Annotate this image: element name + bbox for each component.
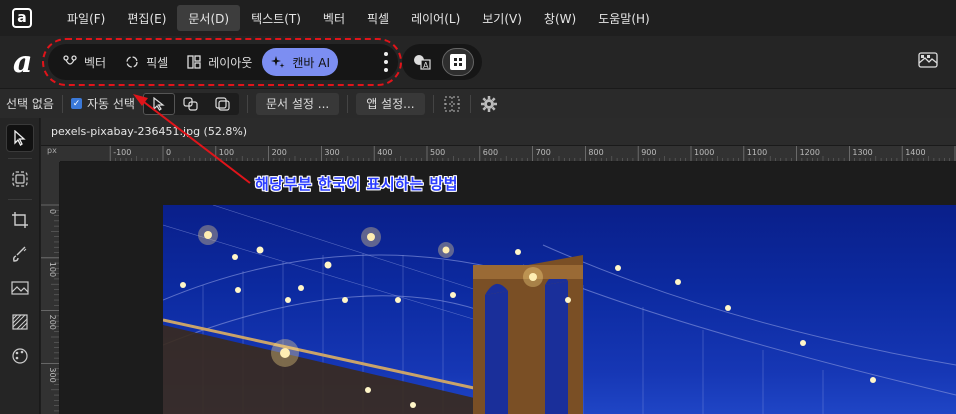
- vertical-ruler[interactable]: 0 100 200 300: [41, 162, 60, 414]
- selection-mode-group: [142, 92, 239, 115]
- ruler-label: 500: [430, 148, 445, 157]
- image-adjust-tool-icon[interactable]: [6, 274, 34, 302]
- move-tool-icon[interactable]: [6, 124, 34, 152]
- document-tab-title: pexels-pixabay-236451.jpg (52.8%): [51, 125, 248, 138]
- ruler-label: 1200: [800, 148, 820, 157]
- ruler-label: 1100: [747, 148, 767, 157]
- document-tab[interactable]: pexels-pixabay-236451.jpg (52.8%): [41, 118, 956, 146]
- menu-item[interactable]: 편집(E): [116, 5, 177, 31]
- ruler-label: -100: [113, 148, 131, 157]
- highlight-outline: [42, 38, 402, 86]
- selection-status: 선택 없음: [6, 97, 54, 111]
- pattern-tool-icon[interactable]: [6, 308, 34, 336]
- grid-mode-icon[interactable]: [441, 48, 474, 76]
- auto-select-label: 자동 선택: [86, 97, 135, 111]
- horizontal-ruler[interactable]: -100 0 100 200 300 400 500 600 700 800 900 1000 1100…: [60, 146, 956, 162]
- ruler-label: 300: [48, 367, 57, 382]
- menu-item[interactable]: 픽셀: [356, 5, 400, 31]
- ruler-label: 100: [48, 262, 57, 277]
- document-setup-button[interactable]: 문서 설정 ...: [255, 92, 340, 115]
- ruler-label: 1000: [694, 148, 714, 157]
- ruler-label: 800: [588, 148, 603, 157]
- auto-select-checkbox[interactable]: ✓: [70, 98, 82, 109]
- menu-item[interactable]: 벡터: [312, 5, 356, 31]
- annotation-text: 해당부분 한국어 표시하는 방법: [255, 175, 459, 193]
- grid-snap-icon[interactable]: [442, 94, 462, 114]
- ruler-label: 0: [166, 148, 171, 157]
- transparency-checker-icon[interactable]: [918, 50, 938, 70]
- ruler-label: 1300: [852, 148, 872, 157]
- crop-tool-icon[interactable]: [6, 206, 34, 234]
- menu-bar: a 파일(F) 편집(E) 문서(D) 텍스트(T) 벡터 픽셀 레이어(L) 보기(V) 창(…: [0, 0, 956, 36]
- ruler-label: 600: [483, 148, 498, 157]
- ruler-label: 100: [219, 148, 234, 157]
- menu-item[interactable]: 문서(D): [177, 5, 241, 31]
- intersect-select-icon[interactable]: [175, 93, 207, 115]
- app-logo-icon[interactable]: a: [12, 8, 32, 28]
- shapes-text-mode-icon[interactable]: A: [406, 48, 438, 76]
- contain-select-icon[interactable]: [207, 93, 239, 115]
- menu-items: 파일(F) 편집(E) 문서(D) 텍스트(T) 벡터 픽셀 레이어(L) 보기(V) 창(W)…: [56, 5, 661, 31]
- ruler-label: 700: [536, 148, 551, 157]
- app-setup-button[interactable]: 앱 설정...: [356, 92, 425, 115]
- ruler-label: 900: [641, 148, 656, 157]
- menu-item[interactable]: 창(W): [533, 5, 587, 31]
- menu-item[interactable]: 레이어(L): [400, 5, 471, 31]
- ruler-label: 400: [377, 148, 392, 157]
- mode-switcher: A: [402, 44, 482, 80]
- svg-text:A: A: [423, 61, 429, 70]
- ruler-unit: px: [41, 146, 60, 162]
- ruler-label: 300: [324, 148, 339, 157]
- select-arrow-icon[interactable]: [142, 92, 175, 115]
- tools-panel: [0, 118, 40, 414]
- ruler-label: 1400: [905, 148, 925, 157]
- brush-tool-icon[interactable]: [6, 240, 34, 268]
- menu-item[interactable]: 파일(F): [56, 5, 116, 31]
- ruler-label: 0: [48, 209, 57, 214]
- menu-item[interactable]: 도움말(H): [587, 5, 661, 31]
- container-tool-icon[interactable]: [6, 165, 34, 193]
- affinity-logo-icon: a: [13, 45, 33, 80]
- document-image[interactable]: [163, 205, 956, 414]
- color-palette-tool-icon[interactable]: [6, 342, 34, 370]
- menu-item[interactable]: 보기(V): [471, 5, 533, 31]
- menu-item[interactable]: 텍스트(T): [240, 5, 312, 31]
- settings-gear-icon[interactable]: [479, 94, 499, 114]
- context-options-bar: 선택 없음 ✓ 자동 선택 문서 설정 ... 앱 설정...: [0, 88, 956, 118]
- ruler-label: 200: [48, 315, 57, 330]
- ruler-label: 200: [272, 148, 287, 157]
- context-toolbar: a 벡터 픽셀 레이아웃 캔바 AI A: [0, 36, 956, 88]
